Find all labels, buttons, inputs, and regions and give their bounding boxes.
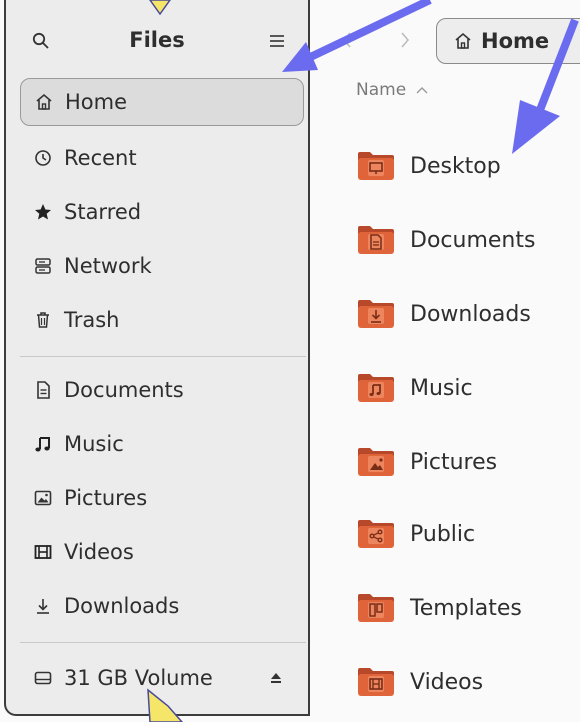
sidebar-divider [20, 356, 306, 357]
sort-ascending-icon [416, 86, 428, 94]
file-name: Downloads [410, 301, 531, 327]
sidebar-item-trash[interactable]: Trash [20, 296, 304, 344]
sidebar-item-label: Home [65, 90, 128, 114]
sidebar-item-starred[interactable]: Starred [20, 188, 304, 236]
sidebar-item-home[interactable]: Home [20, 78, 304, 126]
file-name: Templates [410, 595, 522, 621]
eject-button[interactable] [266, 668, 286, 688]
file-name: Desktop [410, 153, 501, 179]
folder-document-icon [356, 224, 396, 256]
file-row[interactable]: Pictures [356, 442, 497, 482]
file-name: Music [410, 375, 473, 401]
home-icon [453, 31, 473, 51]
sidebar-item-network[interactable]: Network [20, 242, 304, 290]
file-row[interactable]: Music [356, 368, 473, 408]
sidebar-item-downloads[interactable]: Downloads [20, 582, 304, 630]
document-icon [32, 379, 54, 401]
file-row[interactable]: Downloads [356, 294, 531, 334]
eject-icon [271, 673, 281, 683]
sidebar-item-label: Recent [64, 146, 137, 170]
content-area: Home Name Desktop Documents Downloads Music… [310, 0, 580, 722]
folder-video-icon [356, 666, 396, 698]
file-name: Videos [410, 669, 484, 695]
column-header-name[interactable]: Name [356, 80, 428, 100]
menu-button[interactable] [264, 28, 290, 54]
folder-template-icon [356, 592, 396, 624]
file-name: Pictures [410, 449, 498, 475]
path-label: Home [481, 29, 550, 53]
path-bar-home[interactable]: Home [436, 18, 580, 64]
sidebar-item-label: Downloads [64, 594, 180, 618]
folder-share-icon [356, 518, 396, 550]
star-icon [32, 201, 54, 223]
video-icon [32, 541, 54, 563]
file-name: Public [410, 521, 476, 547]
sidebar-header: Files [6, 0, 308, 72]
download-icon [32, 595, 54, 617]
picture-icon [32, 487, 54, 509]
sidebar-item-pictures[interactable]: Pictures [20, 474, 304, 522]
sidebar-item-label: Documents [64, 378, 184, 402]
sidebar-item-label: 31 GB Volume [64, 666, 213, 690]
sidebar-item-label: Starred [64, 200, 142, 224]
sidebar-item-music[interactable]: Music [20, 420, 304, 468]
app-title: Files [129, 28, 185, 52]
chevron-right-icon [401, 32, 410, 48]
file-row[interactable]: Desktop [356, 146, 501, 186]
folder-music-icon [356, 372, 396, 404]
music-icon [32, 433, 54, 455]
sidebar-item-label: Network [64, 254, 152, 278]
sidebar-divider [20, 642, 306, 643]
folder-download-icon [356, 298, 396, 330]
file-row[interactable]: Documents [356, 220, 535, 260]
home-icon [33, 91, 55, 113]
column-label: Name [356, 80, 407, 100]
sidebar-item-documents[interactable]: Documents [20, 366, 304, 414]
chevron-left-icon [342, 32, 351, 48]
sidebar-item-label: Videos [64, 540, 134, 564]
network-icon [32, 255, 54, 277]
folder-picture-icon [356, 446, 396, 478]
hamburger-menu-icon [270, 35, 284, 47]
back-button[interactable] [336, 28, 358, 52]
sidebar-item-recent[interactable]: Recent [20, 134, 304, 182]
drive-icon [32, 667, 54, 689]
sidebar: Files Home Recent Starred Network Trash … [4, 0, 310, 716]
file-row[interactable]: Videos [356, 662, 483, 702]
folder-desktop-icon [356, 150, 396, 182]
file-row[interactable]: Public [356, 514, 475, 554]
sidebar-item-label: Pictures [64, 486, 148, 510]
sidebar-item-label: Trash [64, 308, 120, 332]
sidebar-item-volume[interactable]: 31 GB Volume [20, 654, 304, 702]
sidebar-item-videos[interactable]: Videos [20, 528, 304, 576]
forward-button[interactable] [394, 28, 416, 52]
clock-icon [32, 147, 54, 169]
file-row[interactable]: Templates [356, 588, 522, 628]
sidebar-item-label: Music [64, 432, 124, 456]
trash-icon [32, 309, 54, 331]
header-bar: Home [310, 0, 580, 80]
file-name: Documents [410, 227, 536, 253]
